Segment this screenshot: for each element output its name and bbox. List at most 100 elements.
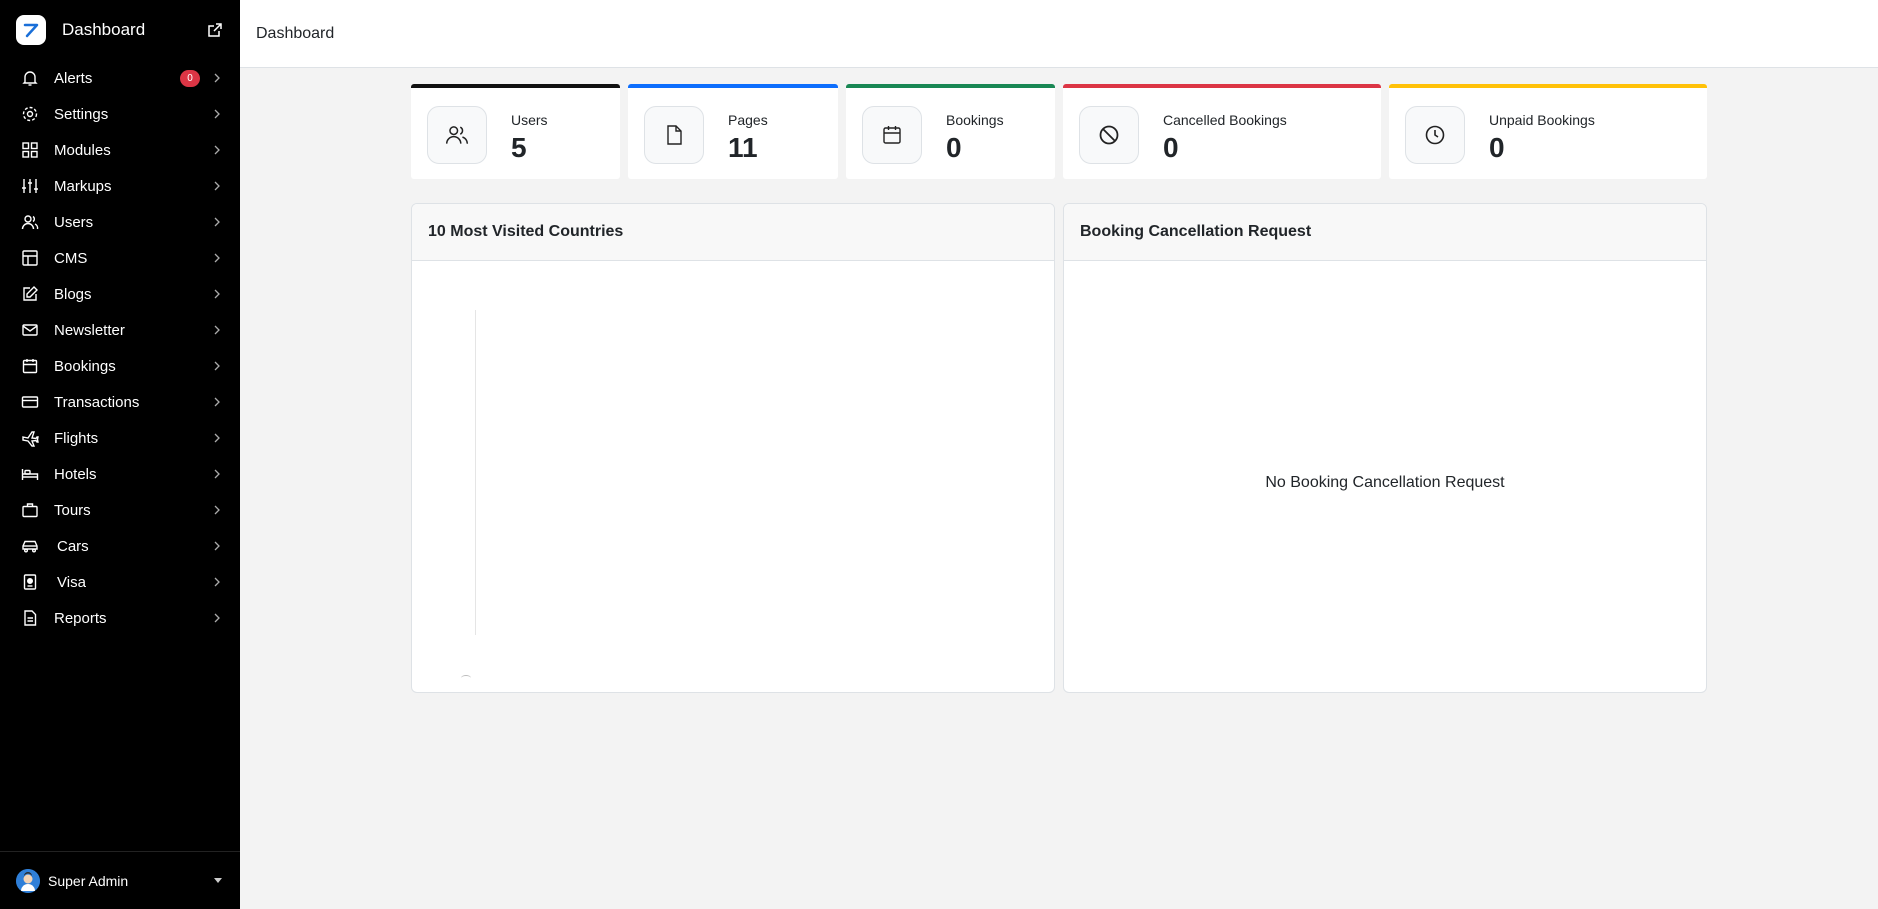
sidebar-item-label: Settings (54, 105, 109, 123)
sidebar-item-label: Markups (54, 177, 112, 195)
booking-cancellation-card: Booking Cancellation Request No Booking … (1063, 203, 1707, 693)
sidebar-item-visa[interactable]: Visa (0, 564, 240, 600)
ban-icon (1079, 106, 1139, 164)
chevron-right-icon (212, 541, 222, 551)
sidebar-item-alerts[interactable]: Alerts 0 (0, 60, 240, 96)
sidebar-item-cars[interactable]: Cars (0, 528, 240, 564)
avatar (16, 868, 40, 893)
user-name: Super Admin (48, 872, 129, 889)
chevron-right-icon (212, 361, 222, 371)
stat-card-pages[interactable]: Pages 11 (628, 84, 838, 179)
sidebar-item-label: Bookings (54, 357, 116, 375)
chevron-right-icon (212, 253, 222, 263)
sidebar-item-reports[interactable]: Reports (0, 600, 240, 636)
sidebar-item-label: Blogs (54, 285, 92, 303)
sidebar-item-label: CMS (54, 249, 88, 267)
stat-label: Cancelled Bookings (1163, 112, 1287, 128)
sidebar-item-users[interactable]: Users (0, 204, 240, 240)
stat-card-bookings[interactable]: Bookings 0 (846, 84, 1055, 179)
sidebar-item-bookings[interactable]: Bookings (0, 348, 240, 384)
chevron-right-icon (212, 289, 222, 299)
sidebar-item-settings[interactable]: Settings (0, 96, 240, 132)
credit-card-icon (20, 392, 40, 412)
chart-tick (461, 675, 471, 681)
plane-icon (20, 428, 40, 448)
layout-icon (20, 248, 40, 268)
caret-down-icon (214, 878, 222, 883)
external-link-icon[interactable] (206, 21, 224, 39)
stat-value: 5 (511, 132, 527, 163)
most-visited-countries-card: 10 Most Visited Countries (411, 203, 1055, 693)
card-title: Booking Cancellation Request (1080, 223, 1312, 240)
chevron-right-icon (212, 469, 222, 479)
sidebar-item-blogs[interactable]: Blogs (0, 276, 240, 312)
card-header: 10 Most Visited Countries (412, 204, 1054, 261)
chevron-right-icon (212, 217, 222, 227)
sidebar-item-newsletter[interactable]: Newsletter (0, 312, 240, 348)
chevron-right-icon (212, 577, 222, 587)
sidebar-item-flights[interactable]: Flights (0, 420, 240, 456)
sidebar-item-label: Modules (54, 141, 111, 159)
card-title: 10 Most Visited Countries (428, 223, 624, 240)
chevron-right-icon (212, 181, 222, 191)
stat-label: Unpaid Bookings (1489, 112, 1595, 128)
sidebar-item-label: Hotels (54, 465, 97, 483)
sidebar-item-hotels[interactable]: Hotels (0, 456, 240, 492)
sidebar-item-markups[interactable]: Markups (0, 168, 240, 204)
brand-logo[interactable] (16, 15, 46, 45)
gear-icon (20, 104, 40, 124)
brand-title[interactable]: Dashboard (62, 20, 206, 40)
page-title: Dashboard (256, 24, 335, 42)
chevron-right-icon (212, 505, 222, 515)
users-icon (20, 212, 40, 232)
car-icon (20, 536, 40, 556)
stat-label: Users (511, 112, 548, 128)
chevron-right-icon (212, 613, 222, 623)
stat-label: Pages (728, 112, 768, 128)
stat-card-users[interactable]: Users 5 (411, 84, 620, 179)
user-menu[interactable]: Super Admin (0, 851, 240, 909)
bell-icon (20, 68, 40, 88)
stat-label: Bookings (946, 112, 1004, 128)
sidebar-item-label: Tours (54, 501, 91, 519)
stat-card-unpaid-bookings[interactable]: Unpaid Bookings 0 (1389, 84, 1707, 179)
bed-icon (20, 464, 40, 484)
chevron-right-icon (212, 145, 222, 155)
chevron-right-icon (212, 325, 222, 335)
stat-value: 11 (728, 132, 758, 163)
sidebar-item-label: Flights (54, 429, 99, 447)
chevron-right-icon (212, 109, 222, 119)
file-icon (644, 106, 704, 164)
stat-value: 0 (1163, 132, 1179, 163)
card-header: Booking Cancellation Request (1064, 204, 1706, 261)
passport-icon (20, 572, 40, 592)
calendar-icon (20, 356, 40, 376)
sidebar-item-tours[interactable]: Tours (0, 492, 240, 528)
stat-card-cancelled-bookings[interactable]: Cancelled Bookings 0 (1063, 84, 1381, 179)
briefcase-icon (20, 500, 40, 520)
sidebar-item-label: Alerts (54, 69, 93, 87)
clock-icon (1405, 106, 1465, 164)
sidebar-item-label: Cars (57, 537, 89, 555)
calendar-icon (862, 106, 922, 164)
chart-axis (475, 310, 476, 635)
chevron-right-icon (212, 397, 222, 407)
mail-icon (20, 320, 40, 340)
stat-value: 0 (1489, 132, 1505, 163)
sidebar-item-transactions[interactable]: Transactions (0, 384, 240, 420)
grid-icon (20, 140, 40, 160)
sidebar-item-label: Users (54, 213, 94, 231)
sidebar-item-label: Visa (57, 573, 86, 591)
users-icon (427, 106, 487, 164)
sidebar-item-cms[interactable]: CMS (0, 240, 240, 276)
sidebar-item-label: Newsletter (54, 321, 125, 339)
sidebar-item-modules[interactable]: Modules (0, 132, 240, 168)
sidebar-item-label: Reports (54, 609, 107, 627)
stat-value: 0 (946, 132, 962, 163)
chevron-right-icon (212, 433, 222, 443)
alerts-count-badge: 0 (180, 69, 200, 87)
edit-icon (20, 284, 40, 304)
sidebar: Dashboard Alerts 0 Settings Modules Mark… (0, 0, 240, 909)
sliders-icon (20, 176, 40, 196)
file-text-icon (20, 608, 40, 628)
